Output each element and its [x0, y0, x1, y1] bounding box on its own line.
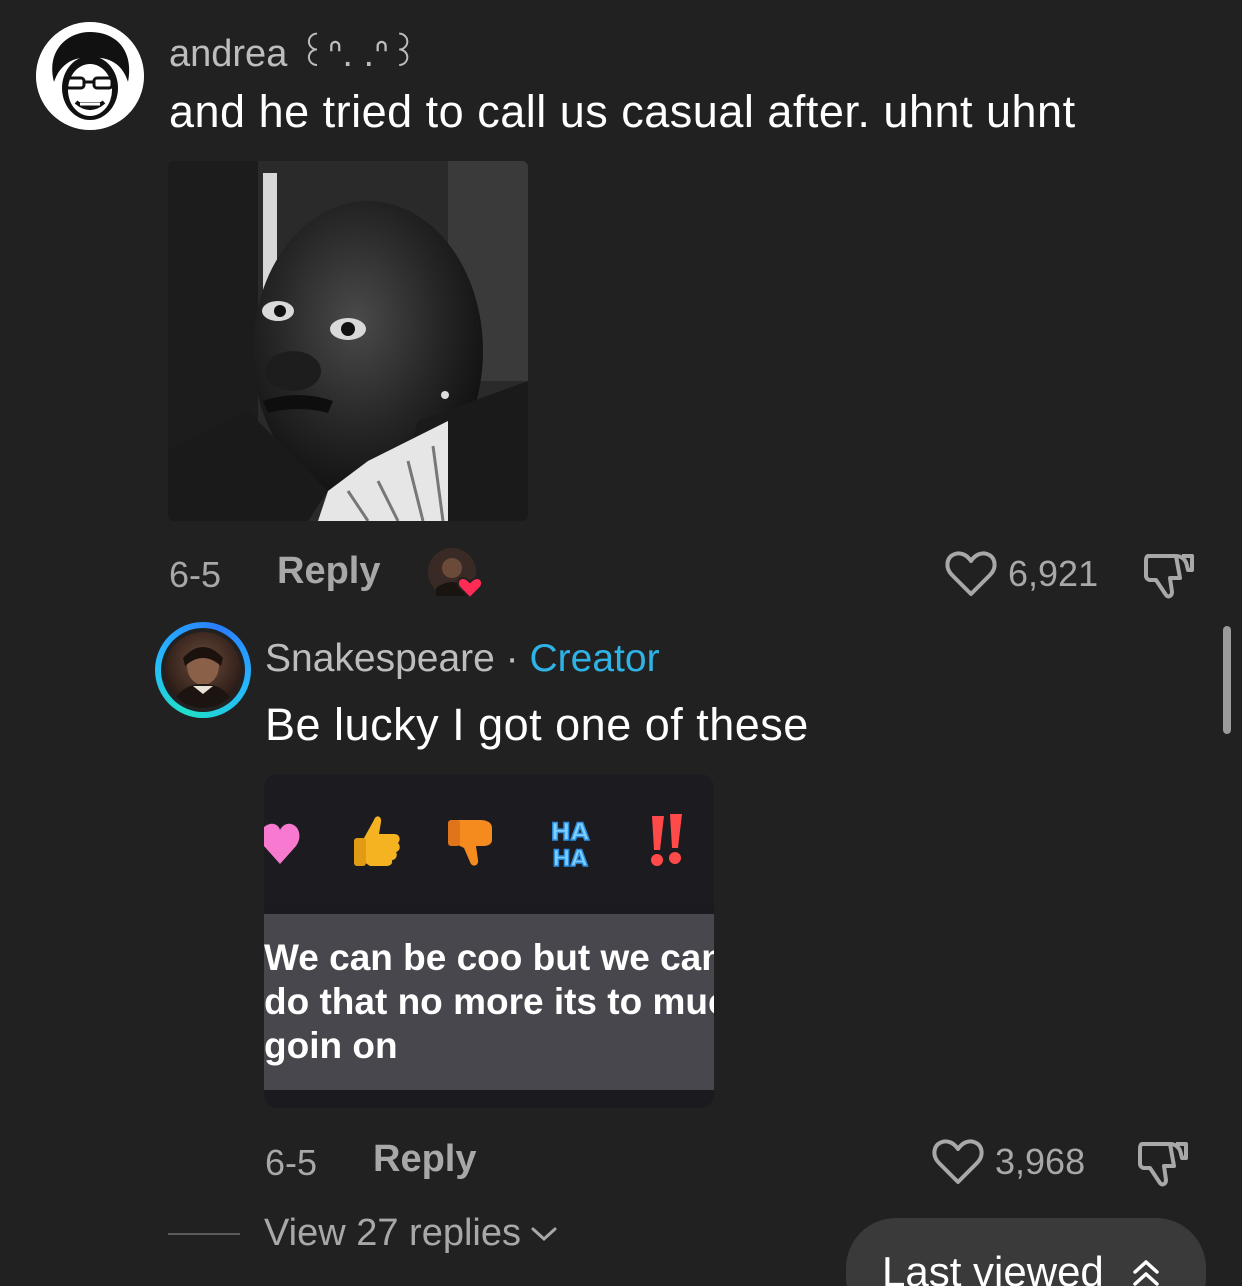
creator-badge: Creator [529, 637, 660, 680]
embedded-message-text: We can be coo but we can do that no more… [264, 937, 714, 1066]
comment-actions: 6-5 Reply 6,921 [0, 546, 1242, 606]
thumbs-up-emoji-icon [348, 810, 408, 874]
scrollbar[interactable] [1223, 626, 1231, 734]
chevron-down-icon [531, 1227, 557, 1241]
comment-reply-button[interactable]: Reply [277, 550, 380, 593]
thumbs-down-emoji-icon [444, 810, 504, 874]
double-chevron-up-icon [1133, 1260, 1159, 1286]
username-separator: · [494, 637, 530, 680]
reply-like-count: 3,968 [995, 1141, 1086, 1182]
commenter-username[interactable]: andrea ꒰ᐢ. .ᐢ꒱ [169, 26, 419, 76]
creator-avatar-photo [165, 632, 241, 708]
reply-like-button[interactable]: 3,968 [931, 1138, 1085, 1186]
reaction-bar: HA HA [264, 774, 714, 902]
view-replies-button[interactable]: View 27 replies [168, 1212, 559, 1255]
comment-date: 6-5 [169, 554, 222, 595]
creator-avatar-border [161, 628, 245, 712]
creator-username-line[interactable]: Snakespeare · Creator [265, 637, 660, 681]
creator-avatar[interactable] [155, 622, 251, 718]
comment-like-count: 6,921 [1008, 553, 1099, 594]
thumbs-down-icon [1144, 554, 1194, 599]
heart-outline-icon [932, 1139, 984, 1184]
comment-like-button[interactable]: 6,921 [944, 550, 1098, 598]
reply-reply-button[interactable]: Reply [373, 1138, 476, 1181]
creator-username[interactable]: Snakespeare [265, 637, 495, 680]
thumbs-down-icon [1138, 1142, 1188, 1187]
thread-line [168, 1232, 240, 1235]
svg-text:HA: HA [551, 818, 590, 846]
reply-dislike-button[interactable] [1136, 1136, 1190, 1195]
creator-reply-text: Be lucky I got one of these [265, 699, 809, 750]
double-exclamation-icon [636, 810, 696, 874]
pink-heart-icon [264, 810, 324, 874]
reply-image[interactable]: HA HA We can be coo but we can do that n… [264, 774, 714, 1108]
comments-page: andrea ꒰ᐢ. .ᐢ꒱ and he tried to call us c… [0, 0, 1242, 1286]
last-viewed-label: Last viewed [882, 1248, 1104, 1286]
comment-text: and he tried to call us casual after. uh… [169, 86, 1076, 137]
creator-liked-badge [428, 548, 484, 600]
comment-dislike-button[interactable] [1142, 548, 1196, 607]
reply-date: 6-5 [265, 1142, 318, 1183]
comment-image[interactable] [168, 161, 528, 521]
svg-text:HA: HA [552, 847, 587, 872]
view-replies-label: View 27 replies [264, 1212, 522, 1254]
commenter-avatar[interactable] [36, 22, 144, 130]
heart-outline-icon [945, 551, 997, 596]
reply-actions: 6-5 Reply 3,968 [0, 1134, 1242, 1194]
last-viewed-button[interactable]: Last viewed [846, 1218, 1206, 1286]
haha-icon: HA HA [540, 810, 600, 874]
